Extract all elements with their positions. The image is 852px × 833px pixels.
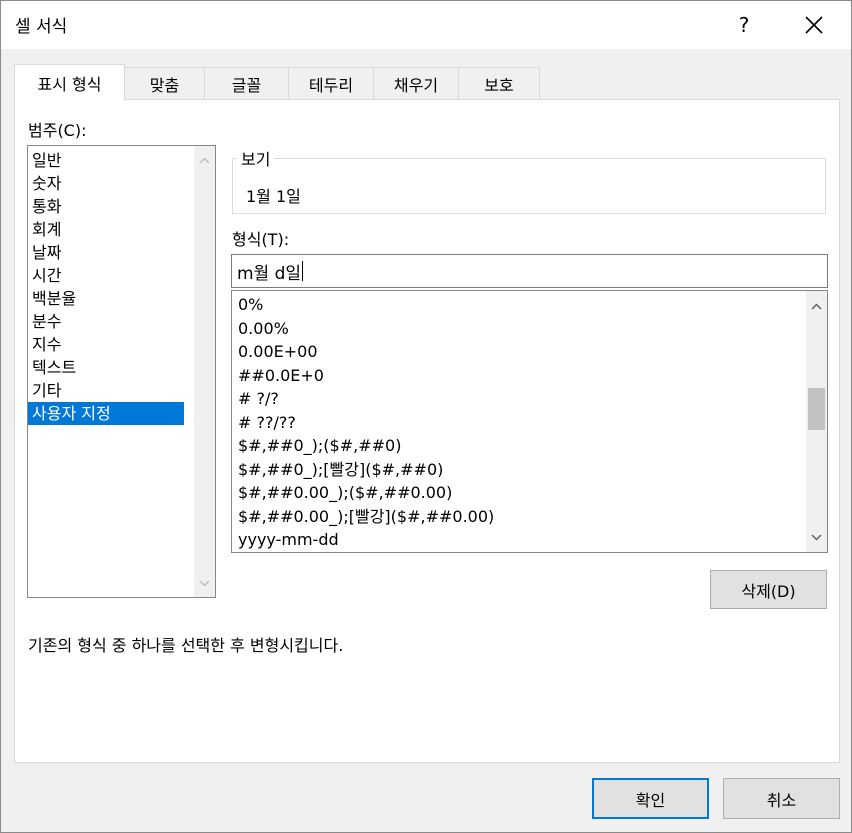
tab-alignment[interactable]: 맞춤: [124, 67, 205, 100]
list-item[interactable]: # ?/?: [232, 387, 827, 411]
format-type-input[interactable]: m월 d일: [231, 254, 828, 288]
cancel-button[interactable]: 취소: [723, 778, 840, 819]
list-item[interactable]: 일반: [28, 149, 215, 172]
close-icon: [805, 16, 823, 34]
tab-fill[interactable]: 채우기: [373, 67, 459, 100]
format-cells-dialog: 셀 서식 ? 표시 형식 맞춤 글꼴 테두리 채우기 보호 범주(C): 일반 …: [0, 0, 852, 833]
list-item[interactable]: $#,##0.00_);($#,##0.00): [232, 481, 827, 505]
ok-button[interactable]: 확인: [592, 778, 709, 819]
list-item[interactable]: yyyy-mm-dd: [232, 528, 827, 552]
sample-legend: 보기: [237, 146, 275, 170]
list-item[interactable]: 회계: [28, 218, 215, 241]
list-item[interactable]: 숫자: [28, 172, 215, 195]
list-item[interactable]: 날짜: [28, 241, 215, 264]
title-bar: 셀 서식 ?: [1, 1, 851, 49]
scroll-down-icon[interactable]: [806, 527, 827, 547]
list-item[interactable]: $#,##0_);($#,##0): [232, 434, 827, 458]
text-caret: [302, 261, 304, 281]
list-item[interactable]: 0.00%: [232, 317, 827, 341]
list-item[interactable]: 시간: [28, 264, 215, 287]
list-item-selected[interactable]: 사용자 지정: [28, 402, 184, 425]
tab-protection[interactable]: 보호: [458, 67, 540, 100]
scroll-up-icon[interactable]: [194, 150, 215, 170]
list-item[interactable]: $#,##0.00_);[빨강]($#,##0.00): [232, 505, 827, 529]
tab-font[interactable]: 글꼴: [204, 67, 289, 100]
delete-button[interactable]: 삭제(D): [710, 570, 827, 609]
list-item[interactable]: 백분율: [28, 287, 215, 310]
scroll-thumb[interactable]: [808, 388, 825, 430]
sample-value: 1월 1일: [246, 187, 301, 206]
category-scrollbar[interactable]: [194, 146, 215, 597]
tab-border[interactable]: 테두리: [288, 67, 374, 100]
list-item[interactable]: ##0.0E+0: [232, 364, 827, 388]
list-item[interactable]: 지수: [28, 333, 215, 356]
close-button[interactable]: [789, 3, 839, 47]
scroll-down-icon[interactable]: [194, 573, 215, 593]
list-item[interactable]: 기타: [28, 379, 215, 402]
help-button[interactable]: ?: [721, 3, 767, 47]
list-item[interactable]: 0%: [232, 293, 827, 317]
description-text: 기존의 형식 중 하나를 선택한 후 변형시킵니다.: [28, 636, 344, 655]
format-list[interactable]: 0% 0.00% 0.00E+00 ##0.0E+0 # ?/? # ??/??…: [231, 290, 828, 553]
list-item[interactable]: 통화: [28, 195, 215, 218]
tab-number[interactable]: 표시 형식: [14, 64, 125, 101]
category-list[interactable]: 일반 숫자 통화 회계 날짜 시간 백분율 분수 지수 텍스트 기타 사용자 지…: [27, 145, 216, 598]
scroll-up-icon[interactable]: [806, 296, 827, 316]
list-item[interactable]: 분수: [28, 310, 215, 333]
format-label: 형식(T):: [232, 230, 290, 249]
list-item[interactable]: $#,##0_);[빨강]($#,##0): [232, 458, 827, 482]
format-scrollbar[interactable]: [806, 291, 827, 552]
list-item[interactable]: 0.00E+00: [232, 340, 827, 364]
sample-group: [232, 158, 826, 214]
format-input-value: m월 d일: [237, 263, 302, 284]
dialog-title: 셀 서식: [15, 17, 68, 37]
list-item[interactable]: 텍스트: [28, 356, 215, 379]
category-label: 범주(C):: [28, 121, 87, 140]
list-item[interactable]: # ??/??: [232, 411, 827, 435]
